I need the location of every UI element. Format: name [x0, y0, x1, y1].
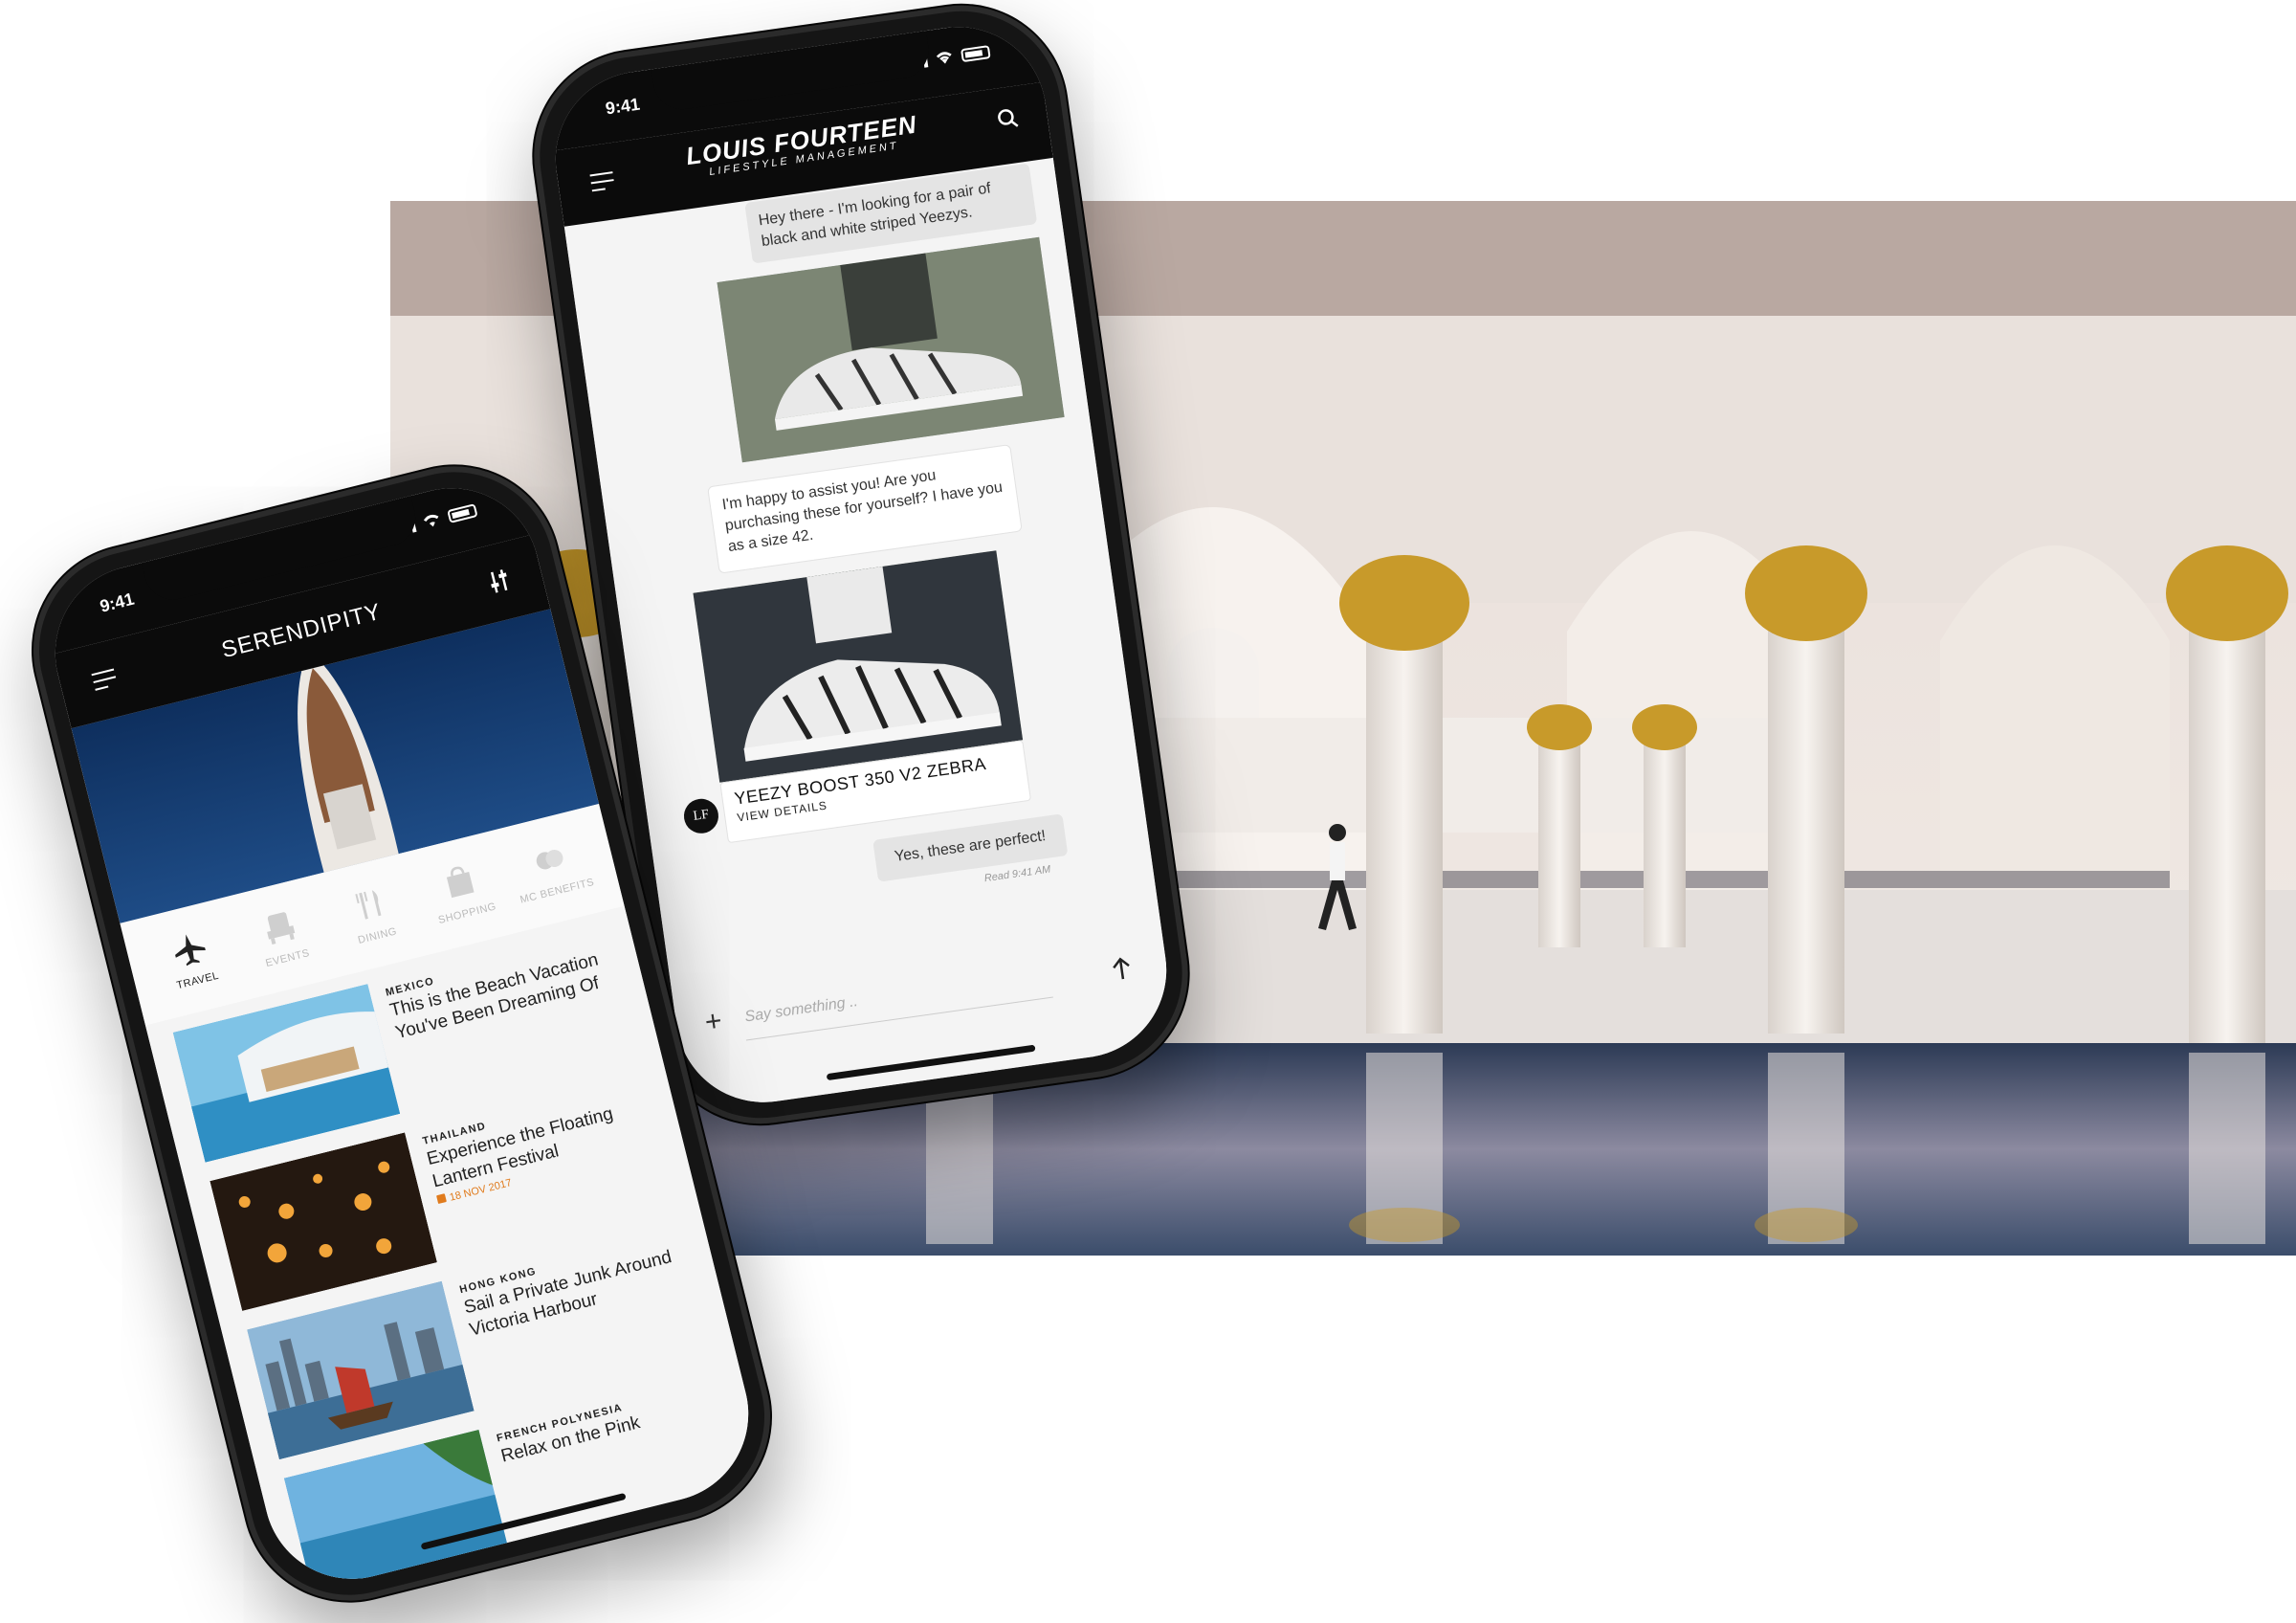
- feed-thumbnail: [210, 1132, 437, 1311]
- read-receipt: Read 9:41 AM: [983, 863, 1052, 885]
- tab-label: SHOPPING: [436, 900, 498, 927]
- feed-thumbnail: [172, 984, 401, 1163]
- airplane-icon: [175, 934, 207, 967]
- tab-label: DINING: [356, 925, 399, 946]
- mastercard-icon: [536, 850, 563, 870]
- sneaker-image: [717, 236, 1065, 463]
- wifi-icon: [936, 52, 952, 64]
- polynesia-beach-image: [283, 1429, 512, 1598]
- agent-avatar: LF: [681, 796, 721, 836]
- tab-label: EVENTS: [264, 947, 311, 970]
- battery-icon: [960, 45, 991, 63]
- lantern-festival-image: [210, 1132, 437, 1311]
- shopping-bag-icon: [446, 866, 475, 899]
- status-time: 9:41: [98, 589, 137, 616]
- home-indicator: [826, 1044, 1036, 1081]
- battery-icon: [447, 503, 478, 523]
- tab-label: TRAVEL: [175, 969, 221, 992]
- beach-resort-image: [172, 984, 401, 1163]
- wifi-icon: [423, 514, 439, 527]
- feed-text: HONG KONG Sail a Private Junk Around Vic…: [456, 1222, 710, 1407]
- calendar-icon: [436, 1193, 447, 1205]
- victoria-harbour-image: [247, 1280, 475, 1460]
- feed-thumbnail: [283, 1429, 512, 1598]
- tab-mc-benefits[interactable]: MC BENEFITS: [502, 810, 602, 930]
- chat-thread: 10 OCT 2017 Hey there - I'm looking for …: [563, 157, 1160, 990]
- search-icon[interactable]: [996, 107, 1020, 131]
- theater-seat-icon: [267, 912, 296, 945]
- feed-text: FRENCH POLYNESIA Relax on the Pink: [494, 1391, 664, 1556]
- tab-dining[interactable]: DINING: [322, 855, 422, 975]
- send-arrow-icon[interactable]: [1110, 955, 1134, 983]
- sneaker-photo-1: [717, 236, 1065, 463]
- tab-shopping[interactable]: SHOPPING: [412, 832, 512, 952]
- feed-thumbnail: [247, 1280, 475, 1460]
- status-time: 9:41: [604, 94, 642, 119]
- yacht-image: [298, 649, 401, 882]
- feed-text: THAILAND Experience the Floating Lantern…: [420, 1074, 673, 1258]
- cutlery-icon: [355, 890, 382, 920]
- tab-travel[interactable]: TRAVEL: [143, 900, 242, 1020]
- tab-label: MC BENEFITS: [519, 876, 596, 906]
- tab-events[interactable]: EVENTS: [232, 877, 332, 997]
- attach-plus-icon[interactable]: +: [703, 1005, 724, 1039]
